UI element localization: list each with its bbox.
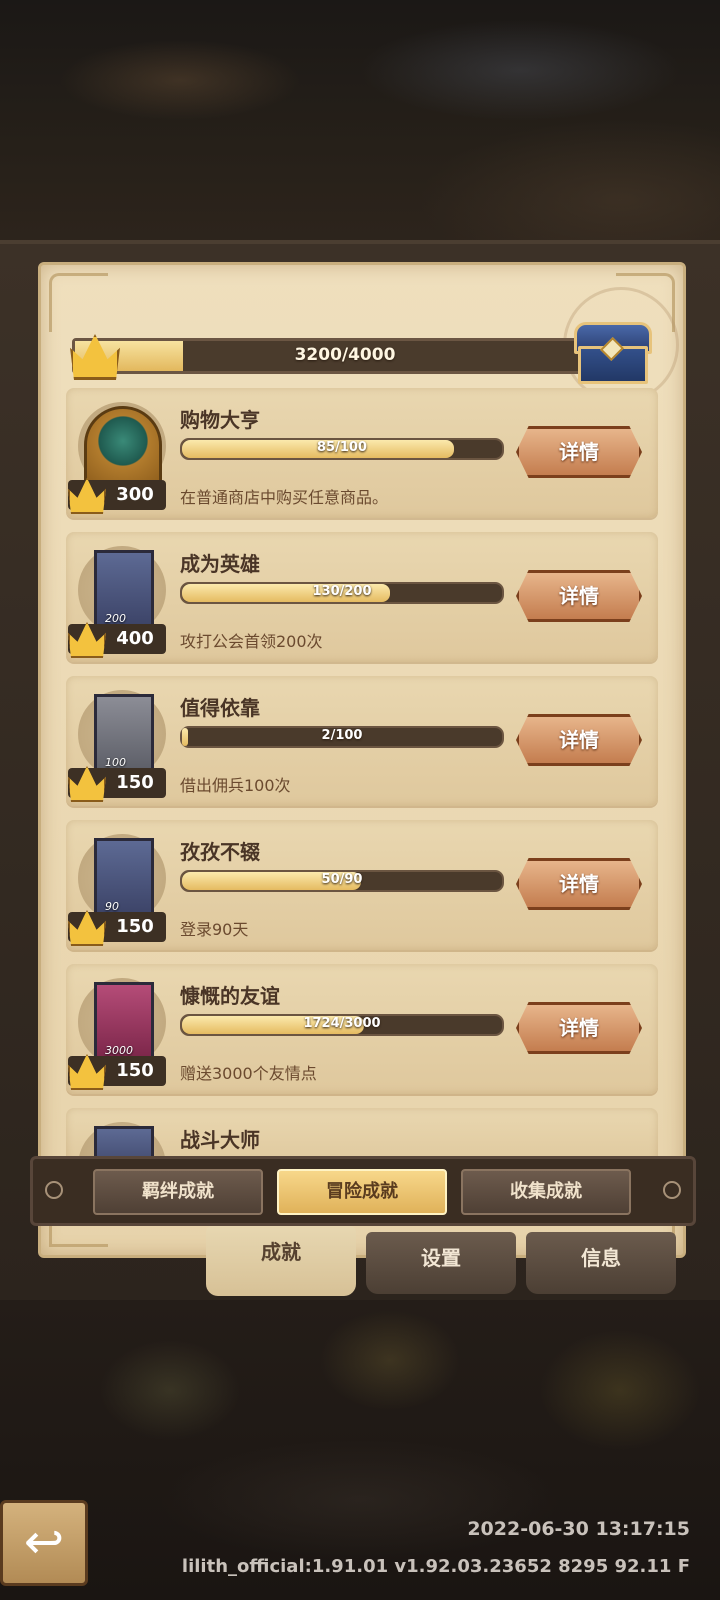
rivet-icon [45,1181,63,1199]
crown-icon [68,910,106,946]
reward-value: 400 [116,628,154,649]
timestamp: 2022-06-30 13:17:15 [467,1518,690,1540]
progress-text: 50/90 [321,872,363,887]
reward-value: 150 [116,1060,154,1081]
achievement-progress-bar: 130/200 [180,582,504,604]
category-collection-achievements[interactable]: 收集成就 [461,1169,631,1215]
achievement-title: 孜孜不辍 [180,840,260,864]
details-button[interactable]: 详情 [516,570,642,622]
details-button[interactable]: 详情 [516,1002,642,1054]
details-button[interactable]: 详情 [516,858,642,910]
blurred-background-top [0,0,720,245]
progress-text: 1724/3000 [303,1016,381,1031]
details-button[interactable]: 详情 [516,714,642,766]
achievement-card: 200 成为英雄 130/200 400 攻打公会首领200次 详情 [66,532,658,662]
category-adventure-achievements[interactable]: 冒险成就 [277,1169,447,1215]
details-button[interactable]: 详情 [516,426,642,478]
reward-badge: 150 [68,910,166,946]
achievement-description: 登录90天 [180,920,249,939]
achievement-description: 在普通商店中购买任意商品。 [180,488,389,507]
progress-text: 2/100 [321,728,363,743]
tab-achievements[interactable]: 成就 [206,1226,356,1296]
achievement-description: 借出佣兵100次 [180,776,291,795]
treasure-chest-icon[interactable] [574,322,652,384]
back-arrow-icon[interactable]: ↩ [0,1500,88,1586]
achievement-icon-frame: 100 [78,690,166,778]
achievement-progress-bar: 2/100 [180,726,504,748]
ornament-corner [49,273,108,332]
achievement-icon-frame: 3000 [78,978,166,1066]
achievement-title: 购物大亨 [180,408,260,432]
rivet-icon [663,1181,681,1199]
achievement-progress-bar: 85/100 [180,438,504,460]
sword-card-icon: 200 [94,550,154,632]
achievement-progress-bar: 50/90 [180,870,504,892]
reward-value: 150 [116,916,154,937]
achievement-title: 慷慨的友谊 [180,984,280,1008]
crown-icon [68,478,106,514]
achievement-icon-frame [78,402,166,492]
achievement-card: 3000 慷慨的友谊 1724/3000 150 赠送3000个友情点 详情 [66,964,658,1094]
progress-text: 85/100 [317,440,367,455]
reward-badge: 150 [68,1054,166,1090]
achievement-icon-frame: 200 [78,546,166,634]
progress-text: 130/200 [312,584,372,599]
reward-badge: 400 [68,622,166,658]
achievement-card: 100 值得依靠 2/100 150 借出佣兵100次 详情 [66,676,658,806]
tab-settings[interactable]: 设置 [366,1232,516,1294]
achievement-title: 战斗大师 [180,1128,260,1152]
crown-icon [68,1054,106,1090]
tab-info[interactable]: 信息 [526,1232,676,1294]
reward-badge: 300 [68,478,166,514]
crown-icon [68,766,106,802]
reward-value: 150 [116,772,154,793]
category-bar: 羁绊成就 冒险成就 收集成就 [30,1156,696,1226]
achievement-card: 90 孜孜不辍 50/90 150 登录90天 详情 [66,820,658,950]
achievement-title: 值得依靠 [180,696,260,720]
heart-card-icon: 3000 [94,982,154,1064]
achievement-title: 成为英雄 [180,552,260,576]
achievement-icon-frame: 90 [78,834,166,922]
category-bond-achievements[interactable]: 羁绊成就 [93,1169,263,1215]
total-progress-bar: 3200/4000 [72,338,618,374]
achievement-progress-bar: 1724/3000 [180,1014,504,1036]
clock-card-icon: 90 [94,838,154,920]
achievement-card: 购物大亨 85/100 300 在普通商店中购买任意商品。 详情 [66,388,658,518]
achievement-description: 攻打公会首领200次 [180,632,323,651]
reward-value: 300 [116,484,154,505]
achievement-description: 赠送3000个友情点 [180,1064,317,1083]
reward-badge: 150 [68,766,166,802]
blurred-background-bottom [0,1300,720,1600]
version-info: lilith_official:1.91.01 v1.92.03.23652 8… [181,1556,690,1577]
total-progress-text: 3200/4000 [294,345,396,365]
scroll-card-icon: 100 [94,694,154,776]
crown-icon [68,622,106,658]
